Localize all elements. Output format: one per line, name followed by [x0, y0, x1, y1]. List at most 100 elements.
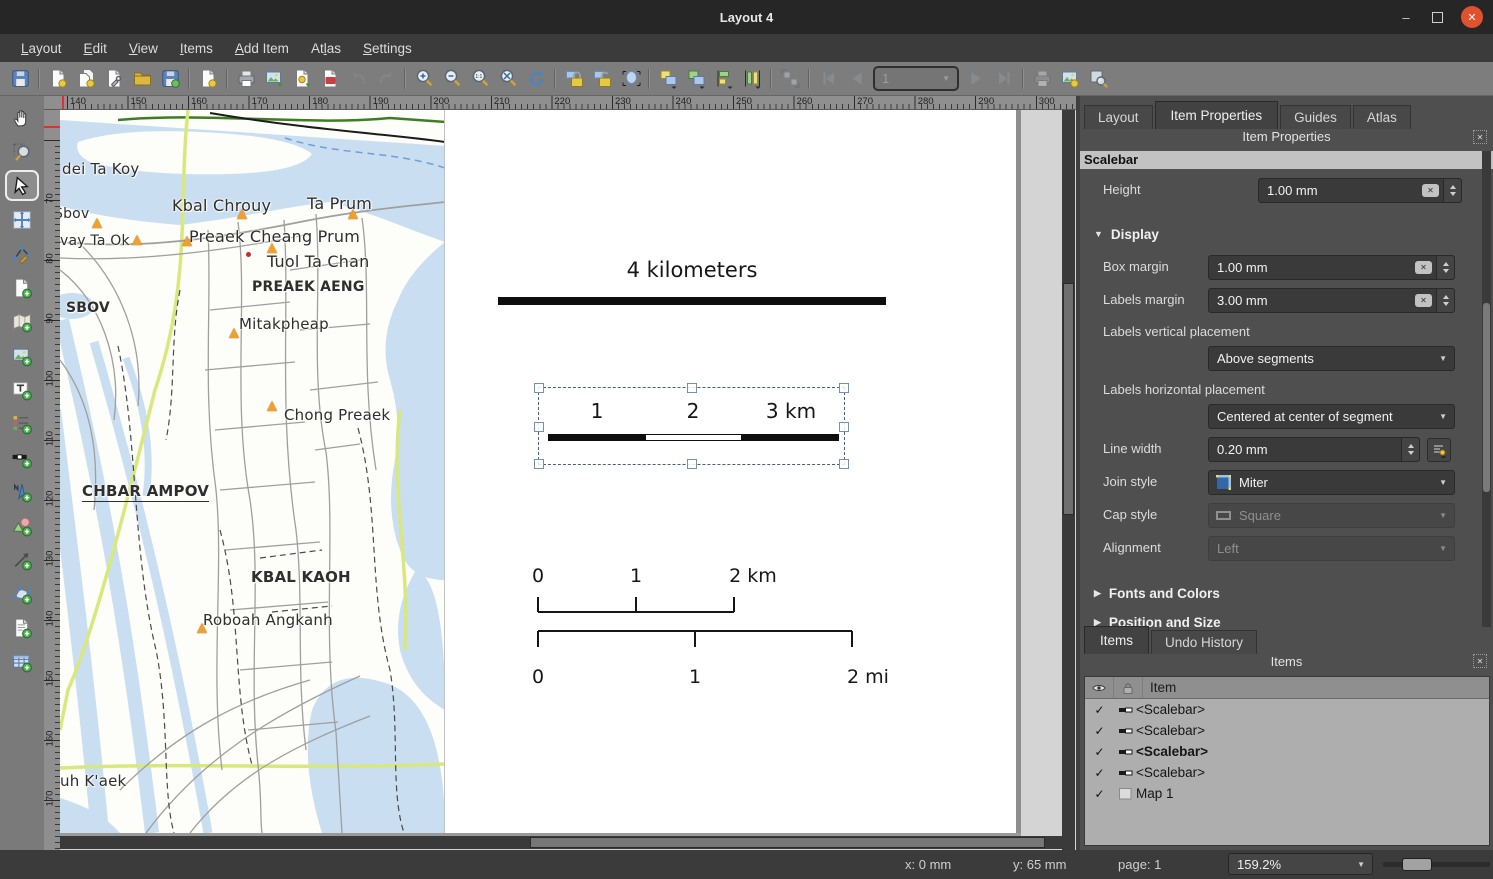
selection-handle[interactable]	[839, 459, 849, 469]
canvas-vertical-scrollbar[interactable]	[1062, 110, 1075, 850]
tab-guides[interactable]: Guides	[1280, 105, 1351, 129]
visibility-checkbox[interactable]: ✓	[1085, 787, 1114, 801]
zoom-actual-button[interactable]: 1:1	[466, 65, 494, 93]
map-item[interactable]: dei Ta KoySbovvay Ta OkKbal ChrouyTa Pru…	[60, 110, 445, 833]
add-page-tool-button[interactable]	[5, 272, 39, 303]
tab-items[interactable]: Items	[1084, 626, 1149, 654]
lock-items-button[interactable]	[560, 65, 588, 93]
selection-handle[interactable]	[534, 459, 544, 469]
tab-atlas[interactable]: Atlas	[1353, 105, 1411, 129]
visibility-checkbox[interactable]: ✓	[1085, 745, 1114, 759]
add-picture-tool-button[interactable]	[5, 340, 39, 371]
labels-horizontal-combo[interactable]: Centered at center of segment ▼	[1208, 404, 1455, 429]
item-row[interactable]: ✓<Scalebar>	[1085, 741, 1489, 762]
export-atlas-button[interactable]	[1056, 65, 1084, 93]
align-items-button[interactable]	[710, 65, 738, 93]
properties-scrollbar[interactable]	[1482, 151, 1491, 627]
spinner-arrows[interactable]	[1401, 438, 1419, 461]
horizontal-scrollbar-thumb[interactable]	[530, 837, 1045, 848]
visibility-checkbox[interactable]: ✓	[1085, 766, 1114, 780]
visibility-checkbox[interactable]: ✓	[1085, 703, 1114, 717]
display-group-header[interactable]: ▼ Display	[1094, 224, 1159, 244]
raise-items-button[interactable]	[654, 65, 682, 93]
scalebar-numeric-item[interactable]: 4 kilometers	[498, 258, 886, 308]
edit-nodes-tool-button[interactable]	[5, 238, 39, 269]
titlebar[interactable]: Layout 4 – ▢ ✕	[0, 0, 1493, 34]
move-content-tool-button[interactable]	[5, 204, 39, 235]
box-margin-spinbox[interactable]: 1.00 mm ✕	[1208, 255, 1455, 280]
layout-manager-button[interactable]	[100, 65, 128, 93]
labels-margin-spinbox[interactable]: 3.00 mm ✕	[1208, 288, 1455, 313]
maximize-icon[interactable]: ▢	[1432, 12, 1443, 23]
menu-edit[interactable]: Edit	[73, 37, 118, 60]
add-label-tool-button[interactable]	[5, 374, 39, 405]
minimize-icon[interactable]: –	[1398, 10, 1414, 25]
close-icon[interactable]: ✕	[1461, 6, 1483, 28]
save-project-button[interactable]	[6, 65, 34, 93]
zoom-level-combo[interactable]: 159.2% ▼	[1228, 853, 1373, 875]
layout-canvas[interactable]: dei Ta KoySbovvay Ta OkKbal ChrouyTa Pru…	[60, 110, 1080, 850]
menu-layout[interactable]: Layout	[10, 37, 73, 60]
atlas-preview-button[interactable]	[1084, 65, 1112, 93]
add-node-item-tool-button[interactable]	[5, 578, 39, 609]
selection-handle[interactable]	[534, 422, 544, 432]
new-layout-button[interactable]	[44, 65, 72, 93]
spinner-arrows[interactable]	[1436, 289, 1454, 312]
save-as-template-button[interactable]	[156, 65, 184, 93]
labels-vertical-combo[interactable]: Above segments ▼	[1208, 346, 1455, 371]
item-row[interactable]: ✓<Scalebar>	[1085, 699, 1489, 720]
visibility-checkbox[interactable]: ✓	[1085, 724, 1114, 738]
clear-field-icon[interactable]: ✕	[1422, 184, 1439, 197]
close-panel-icon[interactable]: ✕	[1473, 654, 1487, 668]
pan-tool-button[interactable]	[5, 102, 39, 133]
add-north-tool-button[interactable]	[5, 476, 39, 507]
export-svg-button[interactable]	[288, 65, 316, 93]
line-width-spinbox[interactable]: 0.20 mm	[1208, 437, 1420, 462]
add-shape-tool-button[interactable]	[5, 510, 39, 541]
vertical-scrollbar-thumb[interactable]	[1063, 283, 1074, 515]
menu-settings[interactable]: Settings	[352, 37, 423, 60]
spinner-arrows[interactable]	[1443, 179, 1461, 202]
zoom-in-button[interactable]	[410, 65, 438, 93]
zoom-slider-thumb[interactable]	[1402, 858, 1432, 871]
zoom-region-tool-button[interactable]	[5, 136, 39, 167]
add-arrow-tool-button[interactable]	[5, 544, 39, 575]
print-button[interactable]	[232, 65, 260, 93]
clear-field-icon[interactable]: ✕	[1415, 261, 1432, 274]
select-move-tool-button[interactable]	[5, 170, 39, 201]
export-pdf-button[interactable]	[316, 65, 344, 93]
refresh-button[interactable]	[522, 65, 550, 93]
add-attribute-table-tool-button[interactable]	[5, 646, 39, 677]
add-from-template-button[interactable]	[194, 65, 222, 93]
select-items-button[interactable]	[616, 65, 644, 93]
menu-items[interactable]: Items	[169, 37, 224, 60]
item-row[interactable]: ✓Map 1	[1085, 783, 1489, 804]
spinner-arrows[interactable]	[1436, 256, 1454, 279]
selection-handle[interactable]	[534, 383, 544, 393]
add-scalebar-tool-button[interactable]	[5, 442, 39, 473]
item-row[interactable]: ✓<Scalebar>	[1085, 762, 1489, 783]
item-row[interactable]: ✓<Scalebar>	[1085, 720, 1489, 741]
tab-layout[interactable]: Layout	[1084, 105, 1153, 129]
zoom-out-button[interactable]	[438, 65, 466, 93]
unlock-items-button[interactable]	[588, 65, 616, 93]
add-html-tool-button[interactable]	[5, 612, 39, 643]
scalebar-dual-item[interactable]: 0 1 2 km 0 1 2 mi	[510, 550, 890, 690]
menu-add-item[interactable]: Add Item	[224, 37, 300, 60]
export-image-button[interactable]	[260, 65, 288, 93]
menu-view[interactable]: View	[118, 37, 169, 60]
lower-items-button[interactable]	[682, 65, 710, 93]
selection-handle[interactable]	[839, 383, 849, 393]
zoom-slider[interactable]	[1383, 862, 1490, 867]
zoom-full-button[interactable]	[494, 65, 522, 93]
properties-scrollbar-thumb[interactable]	[1483, 303, 1490, 492]
clear-field-icon[interactable]: ✕	[1415, 294, 1432, 307]
add-map-tool-button[interactable]	[5, 306, 39, 337]
open-layout-button[interactable]	[128, 65, 156, 93]
selection-handle[interactable]	[687, 459, 697, 469]
join-style-combo[interactable]: Miter ▼	[1208, 470, 1455, 495]
height-spinbox[interactable]: 1.00 mm ✕	[1258, 178, 1462, 203]
duplicate-layout-button[interactable]	[72, 65, 100, 93]
scalebar-selected-item[interactable]: 1 2 3 km	[538, 387, 845, 465]
data-defined-override-button[interactable]	[1427, 438, 1451, 462]
